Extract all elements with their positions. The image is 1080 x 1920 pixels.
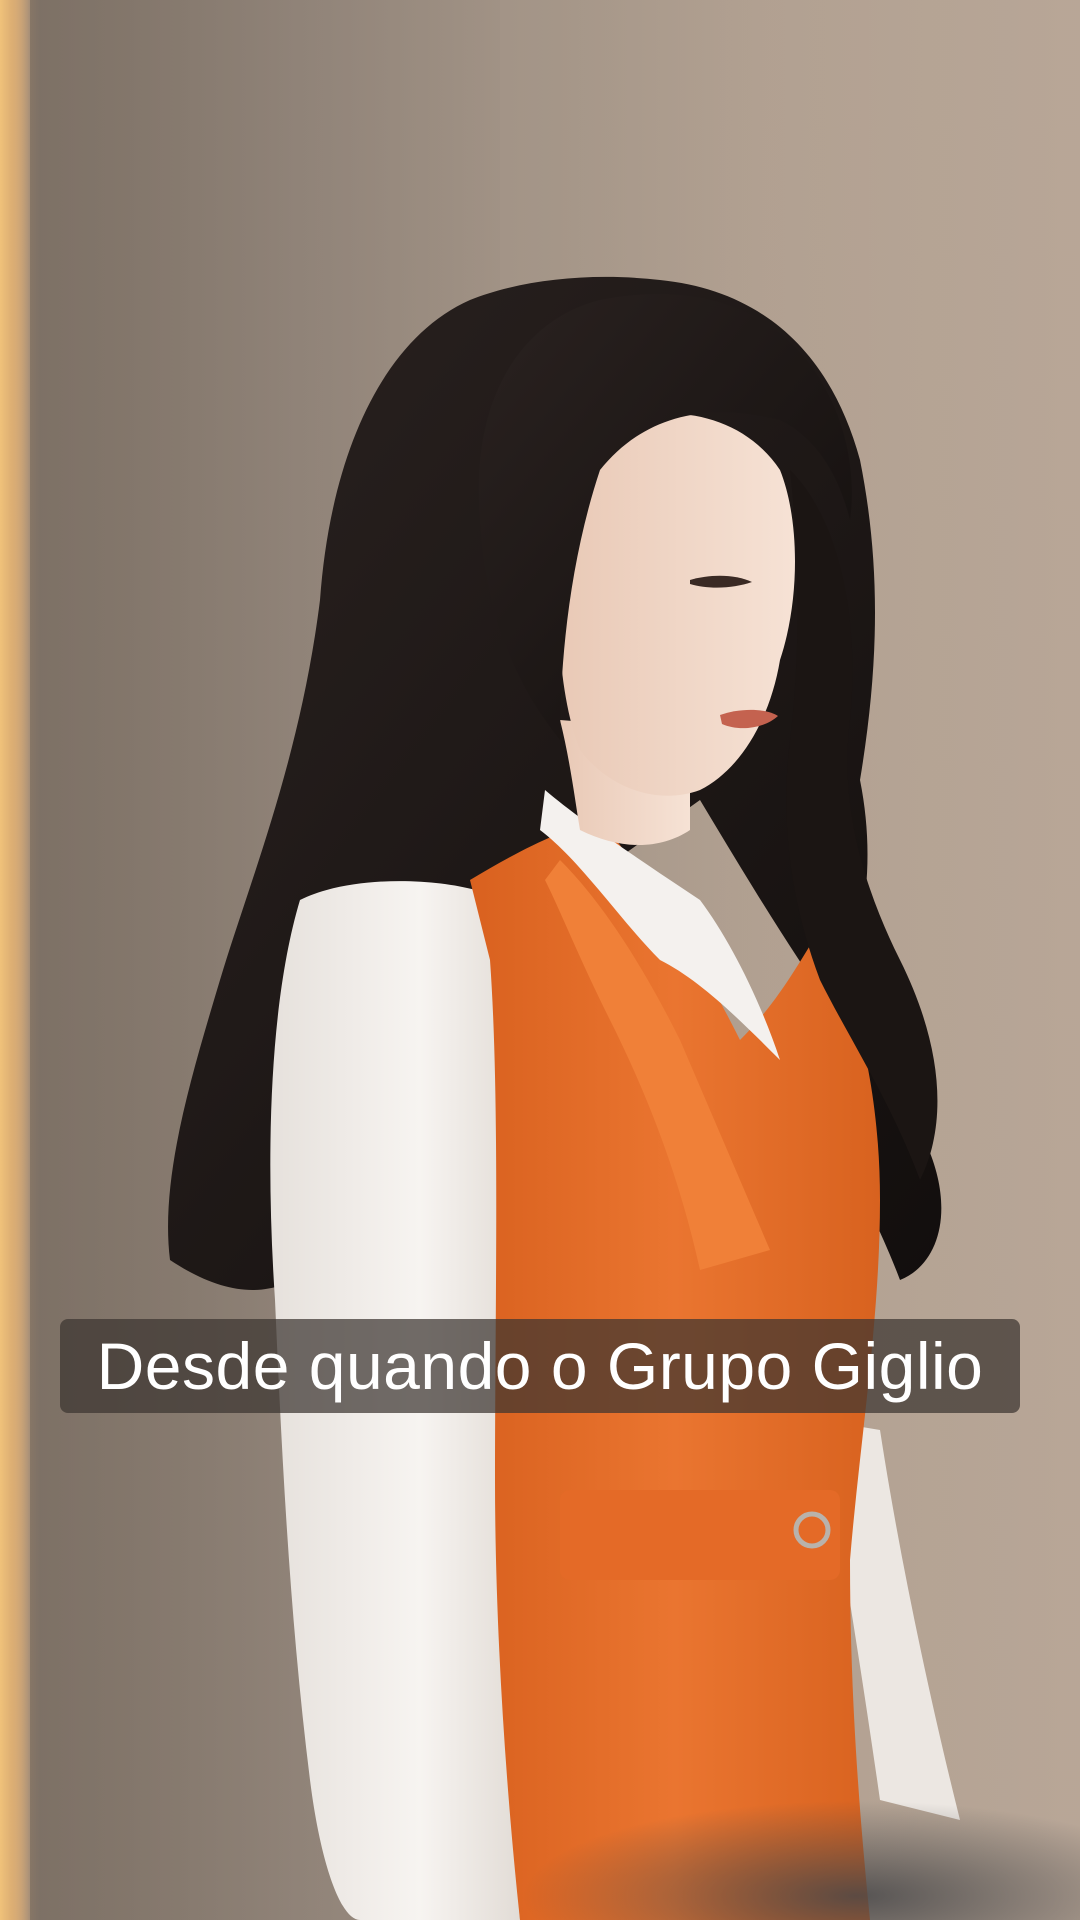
video-frame[interactable]: Desde quando o Grupo Giglio [0,0,1080,1920]
foreground-blur [520,1800,1080,1920]
woman-figure [168,276,960,1920]
subtitle-caption: Desde quando o Grupo Giglio [60,1319,1020,1413]
subtitle-text: Desde quando o Grupo Giglio [96,1329,984,1403]
